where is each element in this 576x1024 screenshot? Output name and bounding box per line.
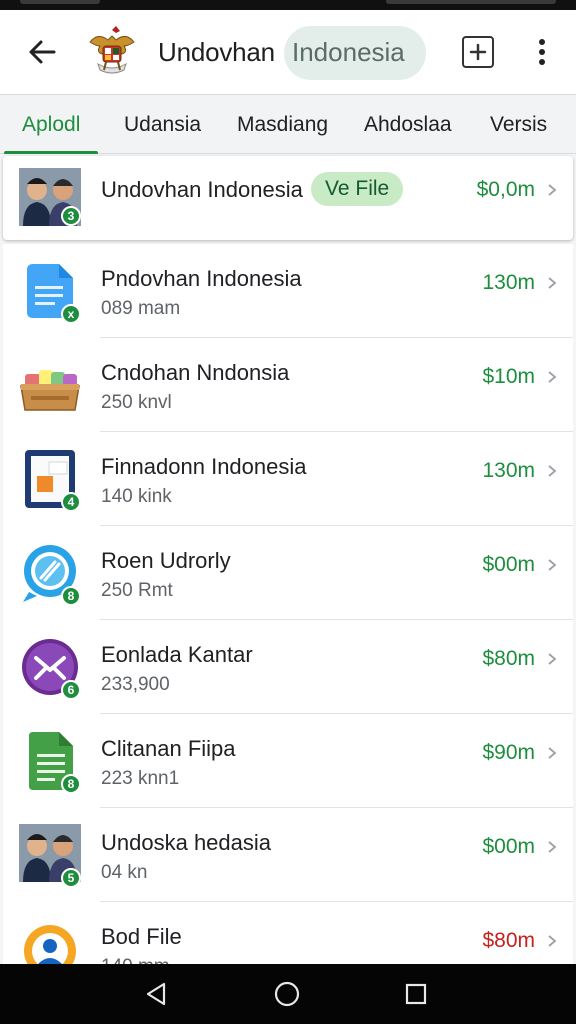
tab-udansia[interactable]: Udansia	[124, 113, 201, 137]
item-size: 140 kink	[101, 486, 172, 507]
tab-versis[interactable]: Versis	[490, 113, 547, 137]
count-badge: 5	[61, 868, 81, 888]
item-price: $00m	[482, 553, 535, 576]
item-size: 223 knn1	[101, 768, 180, 789]
item-name: Eonlada Kantar	[101, 642, 253, 667]
nav-home-icon	[274, 981, 300, 1007]
item-size: 250 Rmt	[101, 580, 173, 601]
item-price: $10m	[482, 365, 535, 388]
item-price: $80m	[482, 929, 535, 952]
item-size: 250 knvl	[101, 392, 172, 413]
item-price: 130m	[482, 459, 535, 482]
arrow-left-icon	[29, 40, 56, 64]
item-name: Roen Udrorly	[101, 548, 231, 573]
back-button[interactable]	[22, 32, 62, 72]
count-badge: 8	[61, 774, 81, 794]
count-badge: 8	[61, 586, 81, 606]
featured-price: $0,0m	[476, 178, 535, 201]
title-highlight-text: Indonesia	[292, 37, 405, 67]
list-item[interactable]: Cndohan Nndonsia 250 knvl $10m	[3, 338, 573, 432]
chevron-right-icon	[548, 277, 557, 289]
list-item[interactable]: Bod File 140 mm $80m	[3, 902, 573, 964]
nav-home-button[interactable]	[273, 980, 301, 1008]
item-name: Clitanan Fiipa	[101, 736, 236, 761]
status-bar	[0, 0, 576, 10]
title-highlight-chip[interactable]: Indonesia	[284, 26, 426, 80]
chevron-right-icon	[548, 371, 557, 383]
list-item[interactable]: 5 Undoska hedasia 04 kn $00m	[3, 808, 573, 902]
item-name: Finnadonn Indonesia	[101, 454, 307, 479]
item-size: 140 mm	[101, 956, 170, 964]
chevron-right-icon	[548, 747, 557, 759]
status-icons-right	[386, 0, 556, 4]
item-price: $90m	[482, 741, 535, 764]
list-item[interactable]: 8 Roen Udrorly 250 Rmt $00m	[3, 526, 573, 620]
item-price: $00m	[482, 835, 535, 858]
add-box-button[interactable]	[462, 36, 494, 68]
featured-name: Undovhan Indonesia	[101, 177, 303, 202]
system-nav-bar	[0, 964, 576, 1024]
add-box-icon	[469, 43, 487, 61]
chevron-right-icon	[548, 559, 557, 571]
item-size: 089 mam	[101, 298, 181, 319]
app-bar: Undovhan Indonesia	[0, 10, 576, 94]
item-size: 233,900	[101, 674, 170, 695]
list-item[interactable]: x Pndovhan Indonesia 089 mam 130m	[3, 244, 573, 338]
page-title: Undovhan	[158, 37, 275, 67]
chevron-right-icon	[548, 653, 557, 665]
tab-bar: Aplodl Udansia Masdiang Ahdoslaa Versis	[0, 94, 576, 155]
more-vert-icon	[539, 39, 545, 65]
file-chip[interactable]: Ve File	[311, 172, 404, 206]
more-options-button[interactable]	[524, 34, 560, 70]
nav-back-icon	[146, 982, 166, 1006]
chevron-right-icon	[548, 184, 557, 196]
count-badge: 6	[61, 680, 81, 700]
nav-back-button[interactable]	[142, 980, 170, 1008]
item-name: Bod File	[101, 924, 182, 949]
chevron-right-icon	[548, 465, 557, 477]
item-price: $80m	[482, 647, 535, 670]
status-icons-left	[20, 0, 100, 4]
tab-ahdoslaa[interactable]: Ahdoslaa	[364, 113, 452, 137]
item-name: Cndohan Nndonsia	[101, 360, 290, 385]
item-name: Undoska hedasia	[101, 830, 272, 855]
list-item[interactable]: 4 Finnadonn Indonesia 140 kink 130m	[3, 432, 573, 526]
toolbox-icon	[19, 354, 81, 416]
count-badge: x	[61, 304, 81, 324]
item-price: 130m	[482, 271, 535, 294]
list-item[interactable]: 6 Eonlada Kantar 233,900 $80m	[3, 620, 573, 714]
count-badge: 3	[61, 206, 81, 226]
item-size: 04 kn	[101, 862, 148, 883]
user-ring-icon	[19, 918, 81, 964]
nav-recents-icon	[405, 983, 427, 1005]
featured-row[interactable]: 3 Undovhan Indonesia Ve File $0,0m	[3, 156, 573, 240]
item-list: 3 Undovhan Indonesia Ve File $0,0m x Pnd…	[0, 154, 576, 964]
item-name: Pndovhan Indonesia	[101, 266, 302, 291]
chevron-right-icon	[548, 841, 557, 853]
tab-masdiang[interactable]: Masdiang	[237, 113, 328, 137]
garuda-emblem-icon	[86, 24, 138, 78]
list-item[interactable]: 8 Clitanan Fiipa 223 knn1 $90m	[3, 714, 573, 808]
nav-recents-button[interactable]	[402, 980, 430, 1008]
tab-aplodl[interactable]: Aplodl	[22, 113, 80, 137]
chevron-right-icon	[548, 935, 557, 947]
count-badge: 4	[61, 492, 81, 512]
